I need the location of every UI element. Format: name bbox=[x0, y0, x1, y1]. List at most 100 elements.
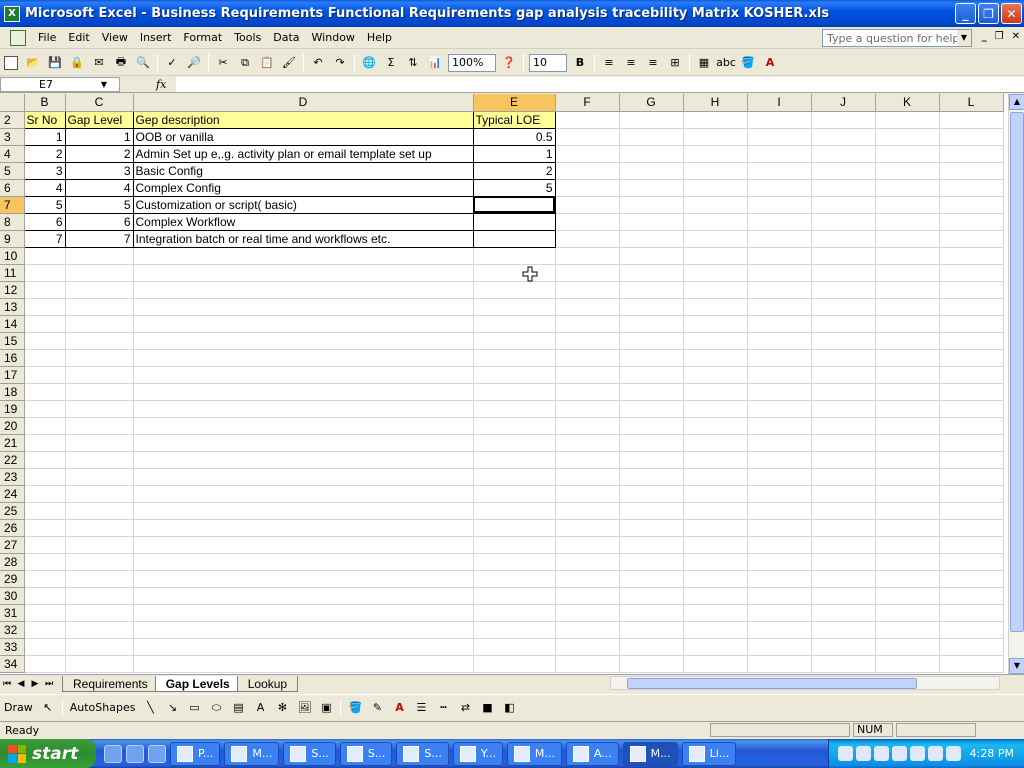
cell-g10[interactable] bbox=[619, 247, 684, 265]
fill-color-icon[interactable]: 🪣 bbox=[739, 54, 757, 72]
spelling-abc-icon[interactable]: abc bbox=[716, 54, 736, 72]
cell-h9[interactable] bbox=[683, 230, 748, 248]
cell-c18[interactable] bbox=[65, 383, 134, 401]
worksheet-grid[interactable]: B C D E F G H I J K L 2 Sr No Gap Level Gep descriptio… bbox=[0, 94, 1008, 674]
cell-e24[interactable] bbox=[473, 485, 556, 503]
tray-network-icon[interactable] bbox=[855, 746, 871, 761]
scroll-down-icon[interactable]: ▼ bbox=[1009, 658, 1024, 674]
cell-g19[interactable] bbox=[619, 400, 684, 418]
cell-l22[interactable] bbox=[939, 451, 1004, 469]
cell-f17[interactable] bbox=[555, 366, 620, 384]
row-header[interactable]: 10 bbox=[0, 247, 25, 265]
cell-i11[interactable] bbox=[747, 264, 812, 282]
cell-k18[interactable] bbox=[875, 383, 940, 401]
workbook-close-button[interactable]: ✕ bbox=[1012, 31, 1020, 42]
cell-l15[interactable] bbox=[939, 332, 1004, 350]
cell-j33[interactable] bbox=[811, 638, 876, 656]
column-header-b[interactable]: B bbox=[24, 94, 66, 112]
cell-c33[interactable] bbox=[65, 638, 134, 656]
insert-function-icon[interactable]: fx bbox=[156, 78, 166, 91]
minimize-button[interactable]: _ bbox=[955, 3, 976, 24]
cell-h25[interactable] bbox=[683, 502, 748, 520]
row-header[interactable]: 24 bbox=[0, 485, 25, 503]
cell-b5[interactable]: 3 bbox=[23, 161, 66, 180]
cell-j13[interactable] bbox=[811, 298, 876, 316]
cell-k29[interactable] bbox=[875, 570, 940, 588]
menu-tools[interactable]: Tools bbox=[228, 31, 267, 44]
cell-h13[interactable] bbox=[683, 298, 748, 316]
column-header-f[interactable]: F bbox=[555, 94, 620, 112]
cell-h3[interactable] bbox=[683, 128, 748, 146]
redo-icon[interactable]: ↷ bbox=[331, 54, 349, 72]
cell-h26[interactable] bbox=[683, 519, 748, 537]
start-button[interactable]: start bbox=[0, 739, 96, 768]
cell-d22[interactable] bbox=[133, 451, 474, 469]
cell-i6[interactable] bbox=[747, 179, 812, 197]
cell-c26[interactable] bbox=[65, 519, 134, 537]
cell-c9[interactable]: 7 bbox=[64, 229, 134, 248]
cell-b30[interactable] bbox=[24, 587, 66, 605]
cell-i12[interactable] bbox=[747, 281, 812, 299]
cell-h14[interactable] bbox=[683, 315, 748, 333]
cell-b16[interactable] bbox=[24, 349, 66, 367]
cell-l26[interactable] bbox=[939, 519, 1004, 537]
cell-k21[interactable] bbox=[875, 434, 940, 452]
cell-d20[interactable] bbox=[133, 417, 474, 435]
cell-g27[interactable] bbox=[619, 536, 684, 554]
shadow-style-icon[interactable]: ■ bbox=[478, 699, 496, 717]
last-sheet-icon[interactable]: ⏭ bbox=[42, 679, 56, 689]
cell-k16[interactable] bbox=[875, 349, 940, 367]
picture-icon[interactable]: ▣ bbox=[317, 699, 335, 717]
cell-g12[interactable] bbox=[619, 281, 684, 299]
cell-c16[interactable] bbox=[65, 349, 134, 367]
cell-g5[interactable] bbox=[619, 162, 684, 180]
cell-i19[interactable] bbox=[747, 400, 812, 418]
format-painter-icon[interactable]: 🖌 bbox=[280, 54, 298, 72]
cell-l32[interactable] bbox=[939, 621, 1004, 639]
cell-l21[interactable] bbox=[939, 434, 1004, 452]
cell-i14[interactable] bbox=[747, 315, 812, 333]
cell-j3[interactable] bbox=[811, 128, 876, 146]
research-icon[interactable]: 🔎 bbox=[185, 54, 203, 72]
line-style-icon[interactable]: ☰ bbox=[412, 699, 430, 717]
cell-k2[interactable] bbox=[875, 111, 940, 129]
cell-d24[interactable] bbox=[133, 485, 474, 503]
cell-b24[interactable] bbox=[24, 485, 66, 503]
cell-h7[interactable] bbox=[683, 196, 748, 214]
cell-g21[interactable] bbox=[619, 434, 684, 452]
row-header[interactable]: 21 bbox=[0, 434, 25, 452]
cell-k10[interactable] bbox=[875, 247, 940, 265]
cell-i26[interactable] bbox=[747, 519, 812, 537]
horizontal-scrollbar[interactable] bbox=[610, 676, 1000, 690]
sheet-tab-requirements[interactable]: Requirements bbox=[62, 675, 159, 692]
cell-j16[interactable] bbox=[811, 349, 876, 367]
cell-b3[interactable]: 1 bbox=[23, 127, 66, 146]
row-header[interactable]: 23 bbox=[0, 468, 25, 486]
cell-i18[interactable] bbox=[747, 383, 812, 401]
cell-d21[interactable] bbox=[133, 434, 474, 452]
cell-c29[interactable] bbox=[65, 570, 134, 588]
cell-k23[interactable] bbox=[875, 468, 940, 486]
cell-f12[interactable] bbox=[555, 281, 620, 299]
cell-e7[interactable] bbox=[472, 195, 556, 214]
cell-e33[interactable] bbox=[473, 638, 556, 656]
cell-e26[interactable] bbox=[473, 519, 556, 537]
vertical-scroll-thumb[interactable] bbox=[1010, 112, 1024, 632]
cell-g23[interactable] bbox=[619, 468, 684, 486]
borders-icon[interactable]: ▦ bbox=[695, 54, 713, 72]
draw-menu-button[interactable]: Draw bbox=[0, 701, 37, 714]
wordart-icon[interactable]: A bbox=[251, 699, 269, 717]
sheet-tab-gap-levels[interactable]: Gap Levels bbox=[154, 675, 241, 692]
cell-l7[interactable] bbox=[939, 196, 1004, 214]
column-header-d[interactable]: D bbox=[133, 94, 474, 112]
cell-j25[interactable] bbox=[811, 502, 876, 520]
cell-h19[interactable] bbox=[683, 400, 748, 418]
select-all-corner[interactable] bbox=[0, 94, 25, 112]
cell-d12[interactable] bbox=[133, 281, 474, 299]
row-header[interactable]: 11 bbox=[0, 264, 25, 282]
column-header-k[interactable]: K bbox=[875, 94, 940, 112]
cell-g9[interactable] bbox=[619, 230, 684, 248]
cell-f21[interactable] bbox=[555, 434, 620, 452]
cell-e19[interactable] bbox=[473, 400, 556, 418]
cell-h34[interactable] bbox=[683, 655, 748, 673]
